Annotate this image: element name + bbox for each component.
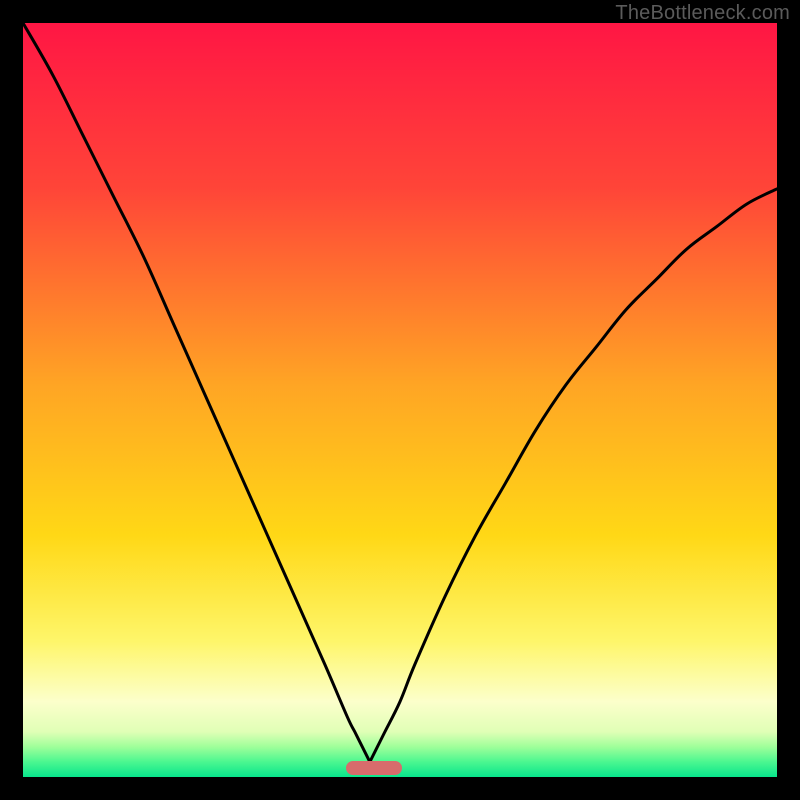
curve-layer: [23, 23, 777, 777]
curve-bottleneck-right: [370, 189, 777, 762]
chart-frame: TheBottleneck.com: [0, 0, 800, 800]
optimal-marker: [346, 761, 402, 775]
plot-area: [23, 23, 777, 777]
curve-bottleneck-left: [23, 23, 370, 762]
watermark-text: TheBottleneck.com: [615, 2, 790, 25]
